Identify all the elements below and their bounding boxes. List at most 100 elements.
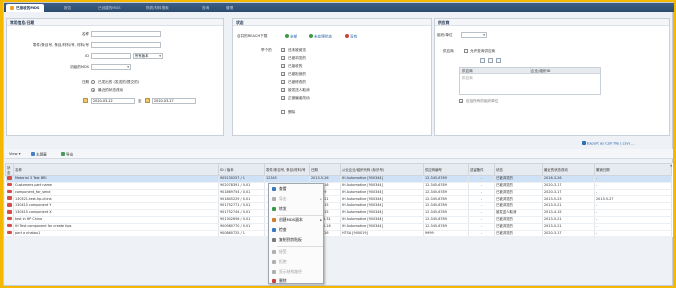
menu-item-label: 接受: [279, 249, 287, 254]
row-last-change: 2013-4-15: [542, 209, 595, 217]
row-status-icon: [5, 195, 14, 204]
col-revoke-date[interactable]: 撤销日期: [594, 163, 672, 176]
tab-created-mds[interactable]: 已创建的MDS: [94, 4, 125, 12]
row-revoke: -: [594, 202, 672, 211]
menu-item-delete[interactable]: 删除: [269, 277, 325, 285]
id-input[interactable]: [91, 53, 131, 59]
menu-item-forward[interactable]: 转发: [269, 205, 325, 213]
include-all-checkbox[interactable]: [459, 99, 463, 104]
tab-received-mds[interactable]: 已接收的MDS: [6, 4, 44, 12]
supplier-row[interactable]: 供应商: [462, 76, 473, 81]
col-supplier-number[interactable]: 供应商编号: [423, 163, 469, 176]
export-csv-link[interactable]: Export as CSV file (.csv) ...: [582, 141, 635, 146]
initial-mds-select[interactable]: [91, 64, 131, 70]
mds-status-icon: [6, 189, 12, 194]
row-supplier-number: 12-345-6789: [423, 216, 469, 224]
table-row[interactable]: 130415 component X901752744 / 0.01 2013-4…: [5, 209, 674, 217]
row-company: IH Automotive [900344]: [340, 202, 424, 211]
unprocessed-link[interactable]: 未处理状态: [309, 34, 332, 40]
menu-item-check[interactable]: 检查: [269, 226, 325, 234]
row-legacy: -: [468, 195, 495, 204]
col-last-change[interactable]: 最近的状态改动: [542, 163, 595, 176]
view-menu[interactable]: View ▾: [9, 152, 21, 156]
tab-reports[interactable]: 报告: [60, 4, 75, 12]
table-row[interactable]: part a nhatau1900860725 / 12012-3-26HTSA…: [5, 230, 674, 238]
menu-item-tree[interactable]: 显示结构路径: [269, 268, 325, 276]
col-legacy[interactable]: 遗留备件: [468, 163, 495, 176]
menu-item-reject[interactable]: 拒绝: [269, 258, 325, 266]
clear-icon: [345, 34, 349, 38]
row-revoke: -: [594, 230, 672, 238]
table-row[interactable]: Material 3 Test BRI 905130257 / 1 12345 201…: [5, 175, 674, 183]
chevron-right-icon: ▸: [320, 197, 322, 201]
allow-supplier-checkbox[interactable]: [464, 49, 468, 53]
menu-item-copy[interactable]: 创建MDS副本 ▸: [269, 216, 325, 224]
row-last-change: 2013-5-21: [542, 216, 595, 224]
from-date-input[interactable]: 2020-03-12: [91, 98, 135, 104]
menu-item-accept[interactable]: 接受: [269, 248, 325, 256]
tab-query[interactable]: 查询: [198, 4, 213, 12]
col-id-version[interactable]: ID / 版本: [218, 163, 265, 176]
mds-status-icon: [6, 182, 12, 187]
status-checkbox-unread[interactable]: [281, 48, 285, 53]
main-screen-button[interactable]: 主屏幕: [31, 152, 47, 158]
export-button[interactable]: 导出: [61, 152, 73, 158]
row-status: 已被浏览的: [494, 182, 543, 190]
sent-date-label: 已发出的 (发送的/提交的): [98, 80, 140, 84]
table-row[interactable]: 130521-test-hp-china901845229 / 0.01 2013…: [5, 195, 674, 204]
reach-download-label: 合并的REACH下载: [237, 34, 268, 38]
menu-item-export[interactable]: 导出 ▸: [269, 195, 325, 203]
status-label-cancelled: 被发送人取消: [288, 88, 310, 92]
menu-item-clipboard[interactable]: 复制到剪贴板: [269, 236, 325, 244]
sent-date-radio[interactable]: [91, 80, 95, 84]
calendar-icon[interactable]: [83, 98, 88, 103]
table-row[interactable]: IH Test component for create tips 9009807…: [5, 223, 674, 231]
status-label-rejected: 已被拒绝的: [288, 72, 306, 76]
table-row[interactable]: test in HP China901302656 / 0.012012-10-…: [5, 216, 674, 224]
table-row[interactable]: 130415 component Y901752771 / 0.012013-4…: [5, 202, 674, 211]
mds-table: 状态 名称 ID / 版本 零件/条目号, 条目/材料/号 日期 从业企业/组织…: [5, 163, 674, 238]
add-icon[interactable]: [480, 58, 485, 63]
menu-item-label: 查看: [279, 186, 287, 191]
copy-icon: [272, 218, 276, 222]
row-status: 已被浏览的: [494, 189, 543, 197]
select-none-link[interactable]: 没有: [345, 34, 357, 40]
col-status-icon[interactable]: 状态: [5, 163, 14, 176]
tab-admin[interactable]: 管理: [222, 4, 237, 12]
menu-item-view[interactable]: 查看: [269, 185, 325, 193]
row-status: 已被浏览的: [494, 202, 543, 211]
col-part-number[interactable]: 零件/条目号, 条目/材料/号: [264, 163, 310, 176]
remove-icon[interactable]: [488, 58, 493, 63]
col-status[interactable]: 状态: [494, 163, 543, 176]
col-name[interactable]: 名称: [13, 163, 219, 176]
calendar-icon[interactable]: [145, 98, 150, 103]
row-last-change: 2013-5-21: [542, 202, 595, 211]
status-checkbox-cancelled[interactable]: [281, 88, 285, 93]
org-unit-select[interactable]: [461, 32, 487, 38]
status-checkbox-deleted[interactable]: [281, 110, 285, 114]
table-row[interactable]: Customers part name902078391 / 0.012016-…: [5, 182, 674, 190]
menu-item-label: 显示结构路径: [279, 269, 302, 274]
table-row[interactable]: component_for_send901869754 / 0.012016-3…: [5, 189, 674, 197]
row-part: 12345: [264, 175, 310, 183]
latest-change-radio[interactable]: [91, 88, 95, 92]
col-date[interactable]: 日期: [309, 163, 341, 176]
tab-substance-search[interactable]: 物质/材料搜索: [142, 4, 173, 12]
status-checkbox-accepted[interactable]: [281, 64, 285, 69]
name-input[interactable]: [91, 31, 161, 37]
tab-bar: 已接收的MDS 报告 已创建的MDS 物质/材料搜索 查询 管理: [4, 3, 674, 12]
status-checkbox-rejected[interactable]: [281, 72, 285, 77]
version-select[interactable]: 所有版本: [133, 53, 163, 59]
col-company[interactable]: 从业企业/组织代码 (标识号): [340, 163, 424, 176]
row-status: 已被浏览的: [494, 223, 543, 231]
list-icon[interactable]: [496, 58, 501, 63]
row-name: 130415 component X: [13, 209, 219, 217]
export-icon: [61, 152, 65, 156]
status-checkbox-viewed[interactable]: [281, 56, 285, 61]
status-checkbox-editing[interactable]: [281, 96, 285, 101]
to-date-input[interactable]: 2020-03-17: [152, 98, 196, 104]
row-id: 901845229 / 0.01: [218, 195, 265, 204]
part-number-input[interactable]: [91, 42, 161, 48]
status-checkbox-modified[interactable]: [281, 80, 285, 85]
select-all-link[interactable]: 全部: [285, 34, 297, 40]
